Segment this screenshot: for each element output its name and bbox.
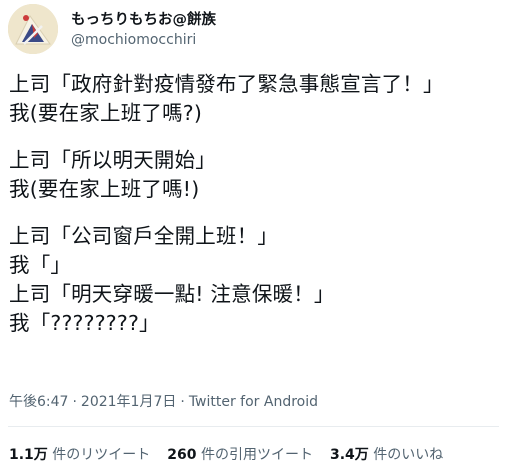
author-handle[interactable]: @mochiomocchiri [71,30,216,50]
tweet-line: 我「????????」 [9,311,160,335]
tweet-line: 我(要在家上班了嗎?) [9,101,203,125]
author-names: もっちりもちお@餅族 @mochiomocchiri [71,11,216,50]
tweet-line: 上司「所以明天開始」 [9,148,216,172]
retweets-label: 件のリツイート [52,447,151,463]
quotes-label: 件の引用ツイート [200,447,313,463]
tweet-line: 上司「政府針對疫情發布了緊急事態宣言了！」 [9,72,444,96]
tweet-line: 上司「明天穿暖一點! 注意保暖！」 [9,282,335,306]
likes-count: 3.4万 [329,447,369,463]
avatar-image-icon [8,4,58,54]
retweets-stat[interactable]: 1.1万 件のリツイート [9,447,150,463]
tweet-line: 上司「公司窗戶全開上班！」 [9,224,279,248]
tweet-meta: 午後6:47 · 2021年1月7日 · Twitter for Android [9,391,318,411]
tweet-source[interactable]: Twitter for Android [189,394,318,410]
tweet-header: もっちりもちお@餅族 @mochiomocchiri [8,4,498,54]
meta-separator: · [180,394,185,410]
tweet-date[interactable]: 2021年1月7日 [81,394,176,410]
tweet-line: 我「」 [9,253,72,277]
tweet-time[interactable]: 午後6:47 [9,394,68,410]
author-display-name[interactable]: もっちりもちお@餅族 [71,11,216,29]
quotes-count: 260 [167,447,197,463]
likes-label: 件のいいね [373,447,444,463]
quotes-stat[interactable]: 260 件の引用ツイート [167,447,313,463]
meta-separator: · [72,394,77,410]
tweet-text: 上司「政府針對疫情發布了緊急事態宣言了！」 我(要在家上班了嗎?) 上司「所以明… [9,70,503,338]
divider [8,426,499,427]
avatar[interactable] [8,4,58,54]
tweet-stats: 1.1万 件のリツイート 260 件の引用ツイート 3.4万 件のいいね [9,444,460,464]
tweet-line: 我(要在家上班了嗎!) [9,177,200,201]
retweets-count: 1.1万 [9,447,48,463]
likes-stat[interactable]: 3.4万 件のいいね [330,447,443,463]
